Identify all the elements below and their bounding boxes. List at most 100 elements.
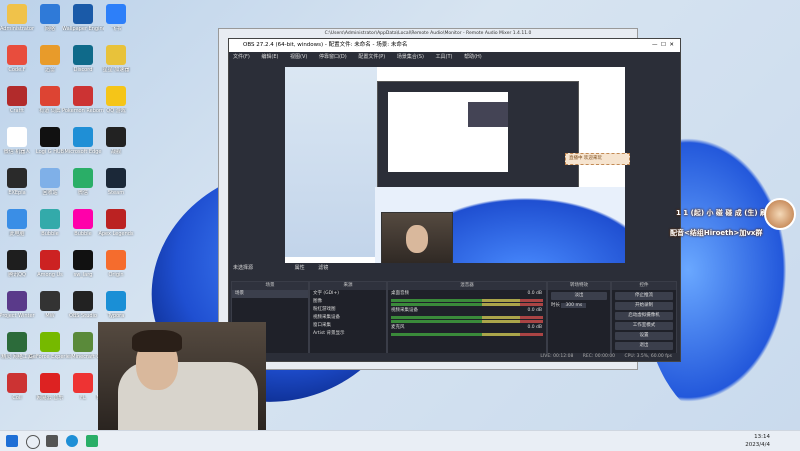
desktop-icon-label: Steam — [107, 190, 125, 196]
task-view-icon[interactable] — [46, 435, 58, 447]
mixer-track-db: 0.0 dB — [527, 325, 542, 330]
sources-header: 来源 — [310, 282, 386, 290]
scene-item[interactable]: 场景 — [232, 290, 308, 298]
app-icon — [40, 373, 60, 393]
webcam-hair — [132, 330, 182, 352]
app-icon — [73, 291, 93, 311]
avatar-sticker — [764, 198, 796, 230]
desktop-icon-label: 战舰 — [110, 149, 121, 155]
filters-button[interactable]: 滤镜 — [318, 265, 328, 271]
menu-view[interactable]: 视图(V) — [290, 54, 307, 60]
wechat-icon[interactable] — [86, 435, 98, 447]
app-icon — [73, 209, 93, 229]
app-icon — [7, 127, 27, 147]
obs-statusbar: LIVE: 00:12:08 REC: 00:00:00 CPU: 3.5%, … — [229, 353, 680, 361]
controls-header: 控件 — [612, 282, 676, 290]
desktop-icon[interactable]: Apex Legends — [95, 209, 137, 237]
desktop-icon[interactable]: Steam — [95, 168, 137, 196]
mixer-track-db: 0.0 dB — [527, 308, 542, 313]
duration-input[interactable]: 300 ms — [561, 303, 587, 308]
app-icon — [40, 209, 60, 229]
app-icon — [40, 250, 60, 270]
app-icon — [106, 45, 126, 65]
app-icon — [106, 168, 126, 188]
studio-mode-button[interactable]: 工作室模式 — [615, 322, 673, 330]
app-icon — [40, 4, 60, 24]
menu-scene-collection[interactable]: 场景集合(S) — [397, 54, 424, 60]
desktop-icon[interactable]: Typora — [95, 291, 137, 319]
app-icon — [73, 373, 93, 393]
app-icon — [40, 127, 60, 147]
start-recording-button[interactable]: 开始录制 — [615, 302, 673, 310]
desktop-icon[interactable]: 飞书 — [95, 4, 137, 32]
app-icon — [73, 45, 93, 65]
app-icon — [40, 332, 60, 352]
app-icon — [106, 250, 126, 270]
menu-edit[interactable]: 编辑(E) — [261, 54, 278, 60]
source-item[interactable]: 图像 — [310, 298, 386, 306]
mixer-meter — [391, 299, 543, 302]
source-toolbar: 未选择源 属性 滤镜 — [229, 263, 680, 273]
obs-titlebar: OBS 27.2.4 (64-bit, windows) - 配置文件: 未命名… — [229, 39, 680, 52]
webcam-overlay — [98, 322, 266, 430]
clock-date: 2023/4/4 — [745, 442, 770, 448]
app-icon — [73, 86, 93, 106]
controls-panel[interactable]: 控件 停止推流 开始录制 启动虚拟摄像机 工作室模式 设置 退出 — [611, 281, 677, 359]
app-icon — [106, 291, 126, 311]
properties-button[interactable]: 属性 — [295, 265, 305, 271]
app-icon — [106, 127, 126, 147]
desktop-icon-label: Origin — [108, 272, 124, 278]
search-icon[interactable] — [26, 435, 40, 449]
menu-help[interactable]: 帮助(H) — [464, 54, 482, 60]
app-icon — [7, 86, 27, 106]
taskbar: 13:14 2023/4/4 — [0, 430, 800, 451]
mixer-header: 混音器 — [388, 282, 546, 290]
cpu-status: CPU: 3.5%, 60.00 fps — [624, 354, 673, 359]
obs-menubar[interactable]: 文件(F) 编辑(E) 视图(V) 停靠窗口(D) 配置文件(P) 场景集合(S… — [229, 52, 680, 63]
menu-file[interactable]: 文件(F) — [233, 54, 250, 60]
source-item[interactable]: 视频采集设备 — [310, 314, 386, 322]
mixer-track-label: 视频采集设备 0.0 dB — [391, 308, 542, 313]
menu-docks[interactable]: 停靠窗口(D) — [319, 54, 347, 60]
app-icon — [40, 45, 60, 65]
mixer-meter — [391, 333, 543, 336]
audio-mixer-panel[interactable]: 混音器 桌面音频 0.0 dB 视频采集设备 0.0 dB 麦克风 0.0 dB — [387, 281, 547, 359]
menu-profile[interactable]: 配置文件(P) — [358, 54, 385, 60]
app-icon — [7, 332, 27, 352]
obs-title: OBS 27.2.4 (64-bit, windows) - 配置文件: 未命名… — [243, 42, 408, 48]
desktop-icon[interactable]: 战舰 — [95, 127, 137, 155]
desktop-icon[interactable]: QQ 游戏 — [95, 86, 137, 114]
app-icon — [7, 291, 27, 311]
exit-button[interactable]: 退出 — [615, 342, 673, 350]
start-virtual-camera-button[interactable]: 启动虚拟摄像机 — [615, 312, 673, 320]
source-item[interactable]: 文字 (GDI+) — [310, 290, 386, 298]
transitions-panel[interactable]: 转场特效 淡出 时长 300 ms — [547, 281, 611, 359]
stop-streaming-button[interactable]: 停止推流 — [615, 292, 673, 300]
app-icon — [7, 373, 27, 393]
sources-panel[interactable]: 来源 文字 (GDI+) 图像 粉红游戏图 视频采集设备 窗口采集 Artist… — [309, 281, 387, 359]
app-icon — [106, 209, 126, 229]
start-icon[interactable] — [6, 435, 18, 447]
source-item[interactable]: 窗口采集 — [310, 322, 386, 330]
menu-tools[interactable]: 工具(T) — [436, 54, 453, 60]
mixer-track-label: 桌面音频 0.0 dB — [391, 291, 542, 296]
overlay-line-1: 1 1 (起) 小 碰 碰 成 (生) 刷 — [676, 209, 768, 217]
window-controls[interactable]: — ☐ ✕ — [652, 39, 674, 52]
desktop-icon-label: Typora — [107, 313, 125, 319]
desktop-icon-label: 星星 加速器 — [102, 67, 130, 73]
preview-desktop-mirror — [285, 67, 377, 257]
app-icon — [106, 4, 126, 24]
app-icon — [73, 127, 93, 147]
source-item[interactable]: 粉红游戏图 — [310, 306, 386, 314]
live-status: LIVE: 00:12:08 — [540, 354, 574, 359]
edge-icon[interactable] — [66, 435, 78, 447]
transition-select[interactable]: 淡出 — [551, 292, 607, 300]
desktop-icon[interactable]: Origin — [95, 250, 137, 278]
desktop-icon[interactable]: 星星 加速器 — [95, 45, 137, 73]
preview-recursion — [468, 102, 508, 127]
settings-button[interactable]: 设置 — [615, 332, 673, 340]
source-item[interactable]: Artist 背景显示 — [310, 330, 386, 338]
obs-window[interactable]: OBS 27.2.4 (64-bit, windows) - 配置文件: 未命名… — [228, 38, 681, 362]
app-icon — [106, 86, 126, 106]
system-clock[interactable]: 13:14 2023/4/4 — [745, 433, 770, 449]
